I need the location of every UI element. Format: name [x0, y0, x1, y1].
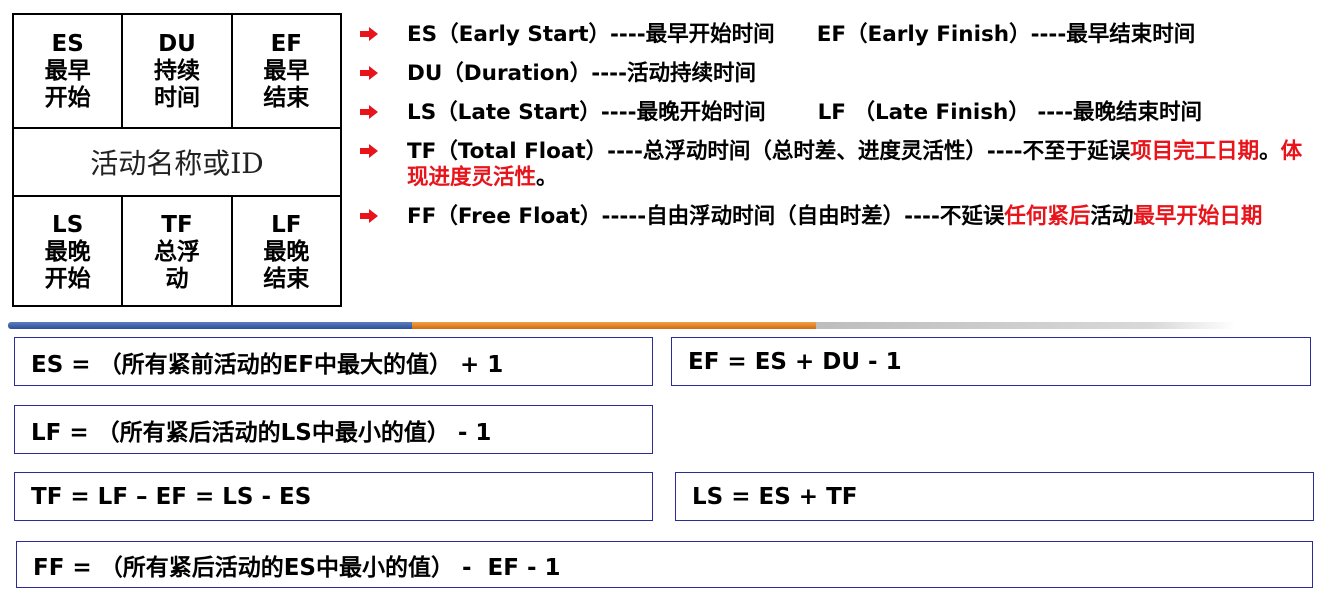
definition-tf-text: TF（Total Float）----总浮动时间（总时差、进度灵活性）----不…: [407, 139, 1131, 164]
formula-es-box: ES = （所有紧前活动的EF中最大的值） + 1: [14, 337, 653, 386]
formula-ef: EF = ES + DU - 1: [688, 348, 902, 375]
red-arrow-bullet-icon: [360, 209, 378, 223]
definition-ff-highlight-2: 最早开始日期: [1133, 204, 1263, 229]
node-cell-line1: 最晚: [263, 238, 310, 265]
divider-segment-gray: [816, 322, 1236, 329]
node-cell-abbr: DU: [158, 30, 196, 57]
node-cell-line2: 时间: [153, 84, 200, 111]
node-cell-line2: 动: [165, 265, 189, 292]
node-activity-name: 活动名称或ID: [90, 147, 264, 180]
red-arrow-bullet-icon: [360, 66, 378, 80]
definition-lf-text: LF （Late Finish） ----最晚结束时间: [817, 100, 1203, 125]
node-cell-line1: 总浮: [153, 238, 200, 265]
node-cell-line1: 持续: [153, 57, 200, 84]
definition-du-text: DU（Duration）----活动持续时间: [407, 61, 756, 86]
node-cell-ef: EF 最早 结束: [230, 15, 340, 127]
definition-ff-text: FF（Free Float）-----自由浮动时间（自由时差）----不延误: [407, 204, 1005, 229]
red-arrow-bullet-icon: [360, 105, 378, 119]
definition-ef-text: EF（Early Finish）----最早结束时间: [816, 22, 1196, 47]
definitions-list: ES（Early Start）----最早开始时间 EF（Early Finish…: [360, 22, 1320, 243]
formula-tf: TF = LF – EF = LS - ES: [31, 483, 312, 510]
node-top-row: ES 最早 开始 DU 持续 时间 EF 最早 结束: [14, 15, 340, 129]
node-cell-line2: 开始: [44, 265, 91, 292]
definition-du: DU（Duration）----活动持续时间: [360, 61, 1320, 87]
node-middle-row: 活动名称或ID: [14, 129, 340, 197]
formula-ls-box: LS = ES + TF: [675, 472, 1314, 521]
red-arrow-bullet-icon: [360, 27, 378, 41]
node-cell-line1: 最晚: [44, 238, 91, 265]
node-cell-abbr: TF: [161, 211, 193, 238]
definition-tf-highlight-1: 项目完工日期: [1130, 139, 1260, 164]
definition-ls-text: LS（Late Start）----最晚开始时间: [407, 100, 766, 125]
divider-segment-blue: [8, 322, 412, 329]
node-cell-ls: LS 最晚 开始: [14, 197, 121, 307]
definition-tf-end: 。: [536, 165, 558, 190]
formula-ff: FF = （所有紧后活动的ES中最小的值） - EF - 1: [33, 554, 561, 581]
node-cell-abbr: LF: [271, 211, 302, 238]
node-cell-line2: 开始: [44, 84, 91, 111]
node-cell-line2: 结束: [263, 265, 310, 292]
node-cell-line1: 最早: [263, 57, 310, 84]
node-cell-line2: 结束: [263, 84, 310, 111]
node-cell-tf: TF 总浮 动: [121, 197, 230, 307]
definition-ff-mid: 活动: [1090, 204, 1134, 229]
divider-segment-orange: [412, 322, 816, 329]
node-cell-es: ES 最早 开始: [14, 15, 121, 127]
formula-ls: LS = ES + TF: [692, 483, 858, 510]
node-cell-line1: 最早: [44, 57, 91, 84]
activity-node-diagram: ES 最早 开始 DU 持续 时间 EF 最早 结束 活动名称或ID LS 最晚…: [12, 13, 342, 307]
definition-es-ef: ES（Early Start）----最早开始时间 EF（Early Finish…: [360, 22, 1320, 48]
definition-tf: TF（Total Float）----总浮动时间（总时差、进度灵活性）----不…: [360, 139, 1320, 191]
node-cell-du: DU 持续 时间: [121, 15, 230, 127]
formula-tf-box: TF = LF – EF = LS - ES: [14, 472, 653, 521]
node-bottom-row: LS 最晚 开始 TF 总浮 动 LF 最晚 结束: [14, 197, 340, 307]
section-divider: [8, 322, 1236, 329]
definition-ff: FF（Free Float）-----自由浮动时间（自由时差）----不延误任何…: [360, 204, 1320, 230]
node-cell-abbr: EF: [270, 30, 303, 57]
definition-ff-highlight-1: 任何紧后: [1004, 204, 1091, 229]
red-arrow-bullet-icon: [360, 144, 378, 158]
definition-ls-lf: LS（Late Start）----最晚开始时间 LF （Late Finish）…: [360, 100, 1320, 126]
formula-es: ES = （所有紧前活动的EF中最大的值） + 1: [31, 351, 504, 378]
node-cell-abbr: ES: [51, 30, 84, 57]
node-cell-lf: LF 最晚 结束: [230, 197, 340, 307]
node-cell-abbr: LS: [52, 211, 84, 238]
formula-lf-box: LF = （所有紧后活动的LS中最小的值） - 1: [14, 405, 653, 454]
formula-ff-box: FF = （所有紧后活动的ES中最小的值） - EF - 1: [16, 541, 1313, 588]
formula-ef-box: EF = ES + DU - 1: [671, 337, 1311, 386]
formula-lf: LF = （所有紧后活动的LS中最小的值） - 1: [31, 419, 492, 446]
definition-tf-separator: 。: [1259, 139, 1281, 164]
definition-es-text: ES（Early Start）----最早开始时间: [407, 22, 775, 47]
